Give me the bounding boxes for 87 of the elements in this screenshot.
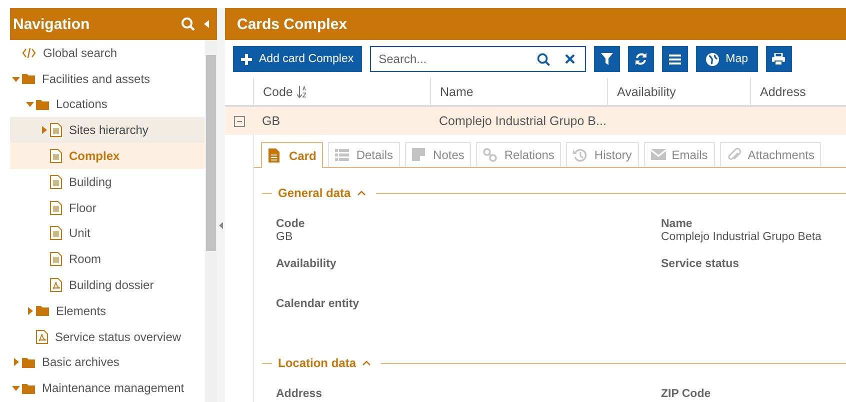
field-label: Name	[661, 218, 694, 230]
caret-right-icon[interactable]	[12, 358, 20, 366]
panel-title: Cards Complex	[225, 8, 846, 40]
document-icon	[50, 174, 62, 189]
refresh-icon	[634, 53, 647, 65]
tab[interactable]: History	[566, 142, 639, 167]
field-label: Service status	[661, 258, 740, 270]
folder-icon	[22, 73, 35, 84]
menu-icon	[668, 54, 681, 64]
link-icon	[483, 148, 498, 162]
caret-right-icon[interactable]	[40, 126, 48, 134]
envelope-icon	[650, 148, 666, 162]
map-button[interactable]: Map	[696, 46, 758, 72]
search-field[interactable]: Search...	[370, 46, 586, 72]
tree-item[interactable]: Global search	[10, 40, 205, 66]
search-icon	[181, 17, 195, 31]
document-icon	[50, 149, 62, 164]
tab[interactable]: Details	[328, 142, 400, 167]
collapse-icon[interactable]	[234, 116, 245, 126]
tab[interactable]: Notes	[405, 142, 472, 167]
list-icon	[335, 148, 350, 162]
folder-icon	[22, 356, 35, 368]
caret-down-icon[interactable]	[26, 100, 34, 108]
tree-item[interactable]: Sites hierarchy	[10, 117, 205, 144]
tree-item[interactable]: Building	[10, 168, 205, 195]
column-header[interactable]: Address	[750, 78, 846, 105]
tree-item[interactable]: Floor	[10, 194, 205, 221]
tree-item[interactable]: Locations	[10, 92, 205, 118]
document-icon	[50, 226, 62, 240]
tab[interactable]: Emails	[644, 142, 715, 167]
code-icon	[22, 46, 36, 59]
field-label: ZIP Code	[661, 388, 712, 400]
tree-item[interactable]: Room	[10, 246, 205, 272]
field-label: Calendar entity	[276, 298, 360, 310]
tab[interactable]: Attachments	[720, 142, 822, 167]
tree-item[interactable]: Elements	[10, 298, 205, 324]
filter-icon	[600, 53, 613, 65]
add-button[interactable]: Add card Complex	[233, 46, 362, 72]
caret-down-icon[interactable]	[12, 74, 20, 83]
plus-icon	[241, 54, 252, 64]
collapse-icon	[204, 20, 209, 28]
refresh-button[interactable]	[628, 46, 654, 72]
field-value: GB	[276, 231, 294, 243]
field-value: Complejo Industrial Grupo Beta	[661, 231, 822, 243]
menu-button[interactable]	[662, 46, 688, 72]
caret-right-icon[interactable]	[26, 306, 34, 315]
caret-up-icon[interactable]	[362, 360, 372, 366]
tree-item[interactable]: Building dossier	[10, 272, 205, 298]
caret-up-icon[interactable]	[356, 190, 366, 196]
column-header[interactable]: Name	[430, 78, 607, 105]
folder-icon	[36, 305, 49, 316]
tree-item[interactable]: Facilities and assets	[10, 66, 205, 92]
search-icon[interactable]	[536, 52, 550, 66]
document-icon	[50, 123, 62, 138]
print-icon	[772, 53, 786, 65]
scrollbar[interactable]	[205, 40, 217, 402]
section-title: General data	[278, 186, 351, 200]
document-icon	[50, 200, 62, 215]
folder-icon	[22, 382, 35, 394]
close-icon[interactable]	[564, 54, 575, 64]
folder-icon	[36, 98, 49, 110]
paperclip-icon	[726, 148, 742, 162]
document-icon	[50, 252, 62, 266]
caret-down-icon[interactable]	[12, 384, 20, 392]
pdf-icon	[36, 330, 48, 344]
field-label: Code	[276, 218, 306, 230]
pdf-icon	[50, 278, 62, 292]
globe-icon	[706, 52, 719, 66]
tree-item[interactable]: Service status overview	[10, 324, 205, 350]
tree-item[interactable]: Unit	[10, 220, 205, 246]
column-header[interactable]: Code	[253, 78, 430, 105]
history-icon	[573, 148, 588, 162]
filter-button[interactable]	[594, 46, 620, 72]
table-row[interactable]: GB Complejo Industrial Grupo B...	[225, 107, 846, 135]
tab[interactable]: Relations	[476, 142, 562, 167]
print-button[interactable]	[766, 46, 792, 72]
table-cell-text: GB	[261, 114, 282, 128]
note-icon	[412, 148, 428, 162]
tree-item[interactable]: Basic archives	[10, 350, 205, 376]
field-label: Address	[276, 388, 324, 400]
section-title: Location data	[278, 356, 356, 370]
collapse-icon	[219, 222, 223, 228]
column-header[interactable]: Availability	[607, 78, 750, 105]
panel-title: Navigation	[13, 16, 91, 32]
table-cell-text: Complejo Industrial Grupo B...	[438, 114, 607, 128]
tree-item[interactable]: Maintenance management	[10, 375, 205, 402]
field-label: Availability	[276, 258, 338, 270]
